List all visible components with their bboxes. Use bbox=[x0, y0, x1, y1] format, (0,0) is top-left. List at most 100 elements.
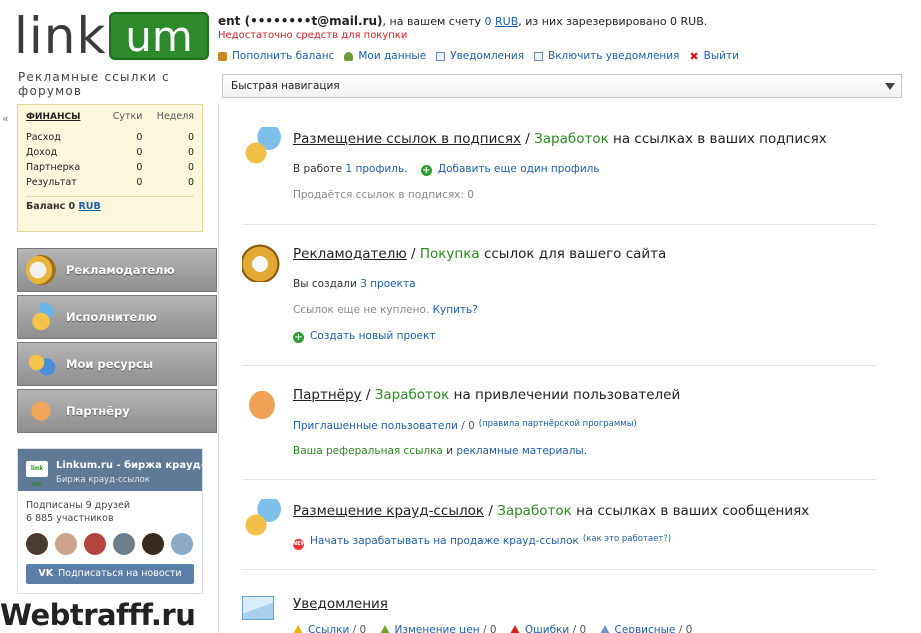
how-it-works-link[interactable]: (как это работает?) bbox=[583, 534, 671, 544]
finance-header-day: Сутки bbox=[112, 111, 143, 122]
in-work-line: В работе 1 профиль. + Добавить еще один п… bbox=[293, 163, 600, 176]
title-separator: / bbox=[361, 387, 375, 403]
create-project-link[interactable]: Создать новый проект bbox=[310, 330, 435, 342]
title-highlight: Заработок bbox=[374, 387, 450, 403]
projects-link[interactable]: 3 проекта bbox=[360, 278, 415, 290]
referral-dot: . bbox=[583, 445, 588, 457]
title-highlight: Заработок bbox=[497, 503, 572, 519]
vk-logo-icon: VK bbox=[38, 568, 54, 579]
vk-group-name[interactable]: Linkum.ru - биржа крауд-сс... bbox=[56, 460, 202, 471]
referral-link[interactable]: Ваша реферальная ссылка bbox=[293, 445, 443, 457]
section-title-link[interactable]: Рекламодателю bbox=[293, 246, 407, 262]
crowd-start-line: NEW Начать зарабатывать на продаже крауд-… bbox=[293, 534, 671, 550]
close-icon: ✖ bbox=[689, 49, 699, 63]
menu-notifications[interactable]: Уведомления bbox=[436, 50, 524, 62]
not-bought-line: Ссылок еще не куплено. Купить? bbox=[293, 304, 478, 316]
section-title-link[interactable]: Размещение крауд-ссылок bbox=[293, 503, 484, 519]
section-title-link[interactable]: Уведомления bbox=[293, 596, 388, 612]
vk-widget-header[interactable]: link um Linkum.ru - биржа крауд-сс... Би… bbox=[18, 449, 202, 491]
crowd-start-link[interactable]: Начать зарабатывать на продаже крауд-ссы… bbox=[310, 535, 579, 547]
account-info: ent (••••••••t@mail.ru), на вашем счету … bbox=[218, 14, 707, 28]
title-separator: / bbox=[484, 503, 498, 519]
menu-my-data-label[interactable]: Мои данные bbox=[358, 50, 426, 62]
avatar[interactable] bbox=[55, 533, 77, 555]
avatar[interactable] bbox=[84, 533, 106, 555]
notif-count: / 0 bbox=[349, 624, 367, 633]
mail-icon bbox=[436, 51, 446, 61]
account-email: ent (••••••••t@mail.ru) bbox=[218, 14, 383, 28]
warning-icon bbox=[293, 625, 303, 633]
chat-person-icon bbox=[26, 302, 56, 332]
sidebar-button-advertiser[interactable]: Рекламодателю bbox=[17, 248, 217, 292]
title-highlight: Покупка bbox=[419, 246, 480, 262]
finance-header-title[interactable]: ФИНАНСЫ bbox=[26, 111, 101, 130]
avatar[interactable] bbox=[113, 533, 135, 555]
section-divider bbox=[242, 224, 876, 225]
menu-logout[interactable]: ✖ Выйти bbox=[689, 50, 738, 62]
notif-errors-link[interactable]: Ошибки bbox=[525, 624, 569, 633]
section-advertiser: Рекламодателю / Покупка ссылок для вашег… bbox=[242, 242, 878, 372]
sidebar-button-my-resources[interactable]: Мои ресурсы bbox=[17, 342, 217, 386]
section-title: Размещение крауд-ссылок / Заработок на с… bbox=[293, 503, 809, 519]
sidebar-button-executor[interactable]: Исполнителю bbox=[17, 295, 217, 339]
title-separator: / bbox=[406, 246, 420, 262]
avatar[interactable] bbox=[142, 533, 164, 555]
menu-my-data[interactable]: Мои данные bbox=[344, 50, 426, 62]
profiles-link[interactable]: 1 профиль bbox=[345, 163, 404, 175]
partner-rules-link[interactable]: (правила партнёрской программы) bbox=[479, 419, 637, 429]
logo-tagline: Рекламные ссылки с форумов bbox=[18, 70, 170, 98]
sidebar-button-partner[interactable]: Партнёру bbox=[17, 389, 217, 433]
finance-row-label: Доход bbox=[26, 147, 58, 158]
menu-topup[interactable]: Пополнить баланс bbox=[218, 50, 334, 62]
warning-icon bbox=[379, 625, 390, 633]
section-title-link[interactable]: Размещение ссылок в подписях bbox=[293, 131, 521, 147]
section-divider bbox=[242, 569, 876, 570]
menu-logout-label[interactable]: Выйти bbox=[704, 50, 739, 62]
chevron-down-icon[interactable] bbox=[885, 83, 895, 90]
finance-cell: 0 bbox=[187, 177, 194, 188]
menu-notifications-label[interactable]: Уведомления bbox=[450, 50, 524, 62]
notif-links-link[interactable]: Ссылки bbox=[308, 624, 349, 633]
sidebar-button-label: Исполнителю bbox=[66, 310, 157, 324]
invited-users-link[interactable]: Приглашенные пользователи bbox=[293, 420, 458, 432]
finance-table: ФИНАНСЫ Сутки Неделя Расход 0 0 Доход 0 … bbox=[26, 111, 194, 190]
vk-widget: link um Linkum.ru - биржа крауд-сс... Би… bbox=[17, 448, 203, 594]
sidebar-button-label: Партнёру bbox=[66, 404, 130, 418]
avatar[interactable] bbox=[171, 533, 193, 555]
notif-price-link[interactable]: Изменение цен bbox=[395, 624, 480, 633]
menu-enable-notifications-label[interactable]: Включить уведомления bbox=[548, 50, 679, 62]
vk-members-count: 6 885 участников bbox=[26, 513, 114, 524]
menu-enable-notifications[interactable]: Включить уведомления bbox=[534, 50, 679, 62]
menu-topup-label[interactable]: Пополнить баланс bbox=[232, 50, 334, 62]
finance-balance-currency-link[interactable]: RUB bbox=[78, 201, 100, 212]
finance-cell: 0 bbox=[136, 177, 143, 188]
notif-count: / 0 bbox=[569, 624, 587, 633]
add-profile-link[interactable]: Добавить еще один профиль bbox=[438, 163, 600, 175]
finance-panel: ФИНАНСЫ Сутки Неделя Расход 0 0 Доход 0 … bbox=[17, 104, 203, 232]
notification-counters: Ссылки / 0 Изменение цен / 0 Ошибки / 0 … bbox=[293, 624, 692, 633]
quick-navigation-select[interactable]: Быстрая навигация bbox=[222, 74, 902, 98]
finance-cell: 0 bbox=[136, 147, 143, 158]
table-row: Результат 0 0 bbox=[26, 175, 194, 190]
wallet-icon bbox=[218, 51, 227, 61]
notif-service-link[interactable]: Сервисные bbox=[615, 624, 676, 633]
new-badge-icon: NEW bbox=[293, 539, 306, 550]
section-partner: Партнёру / Заработок на привлечении поль… bbox=[242, 383, 878, 493]
section-title-link[interactable]: Партнёру bbox=[293, 387, 362, 403]
chat-person-icon bbox=[242, 499, 282, 539]
promo-materials-link[interactable]: рекламные материалы bbox=[456, 445, 583, 457]
vk-subscribe-button[interactable]: VK Подписаться на новости bbox=[26, 564, 194, 584]
sidebar-collapse-toggle[interactable]: « bbox=[2, 112, 9, 125]
title-separator: / bbox=[520, 131, 535, 147]
finance-cell: 0 bbox=[136, 132, 143, 143]
finance-header-week: Неделя bbox=[156, 111, 194, 122]
site-logo[interactable]: link um Рекламные ссылки с форумов bbox=[14, 8, 209, 98]
buy-link[interactable]: Купить? bbox=[433, 304, 478, 316]
notif-count: / 0 bbox=[675, 624, 693, 633]
section-divider bbox=[242, 365, 876, 366]
sold-links-count: Продаётся ссылок в подписях: 0 bbox=[293, 189, 474, 201]
megaphone-icon bbox=[26, 255, 56, 285]
avatar[interactable] bbox=[26, 533, 48, 555]
balance-currency-link[interactable]: RUB bbox=[495, 15, 518, 28]
balance-amount-link[interactable]: 0 bbox=[485, 15, 492, 28]
